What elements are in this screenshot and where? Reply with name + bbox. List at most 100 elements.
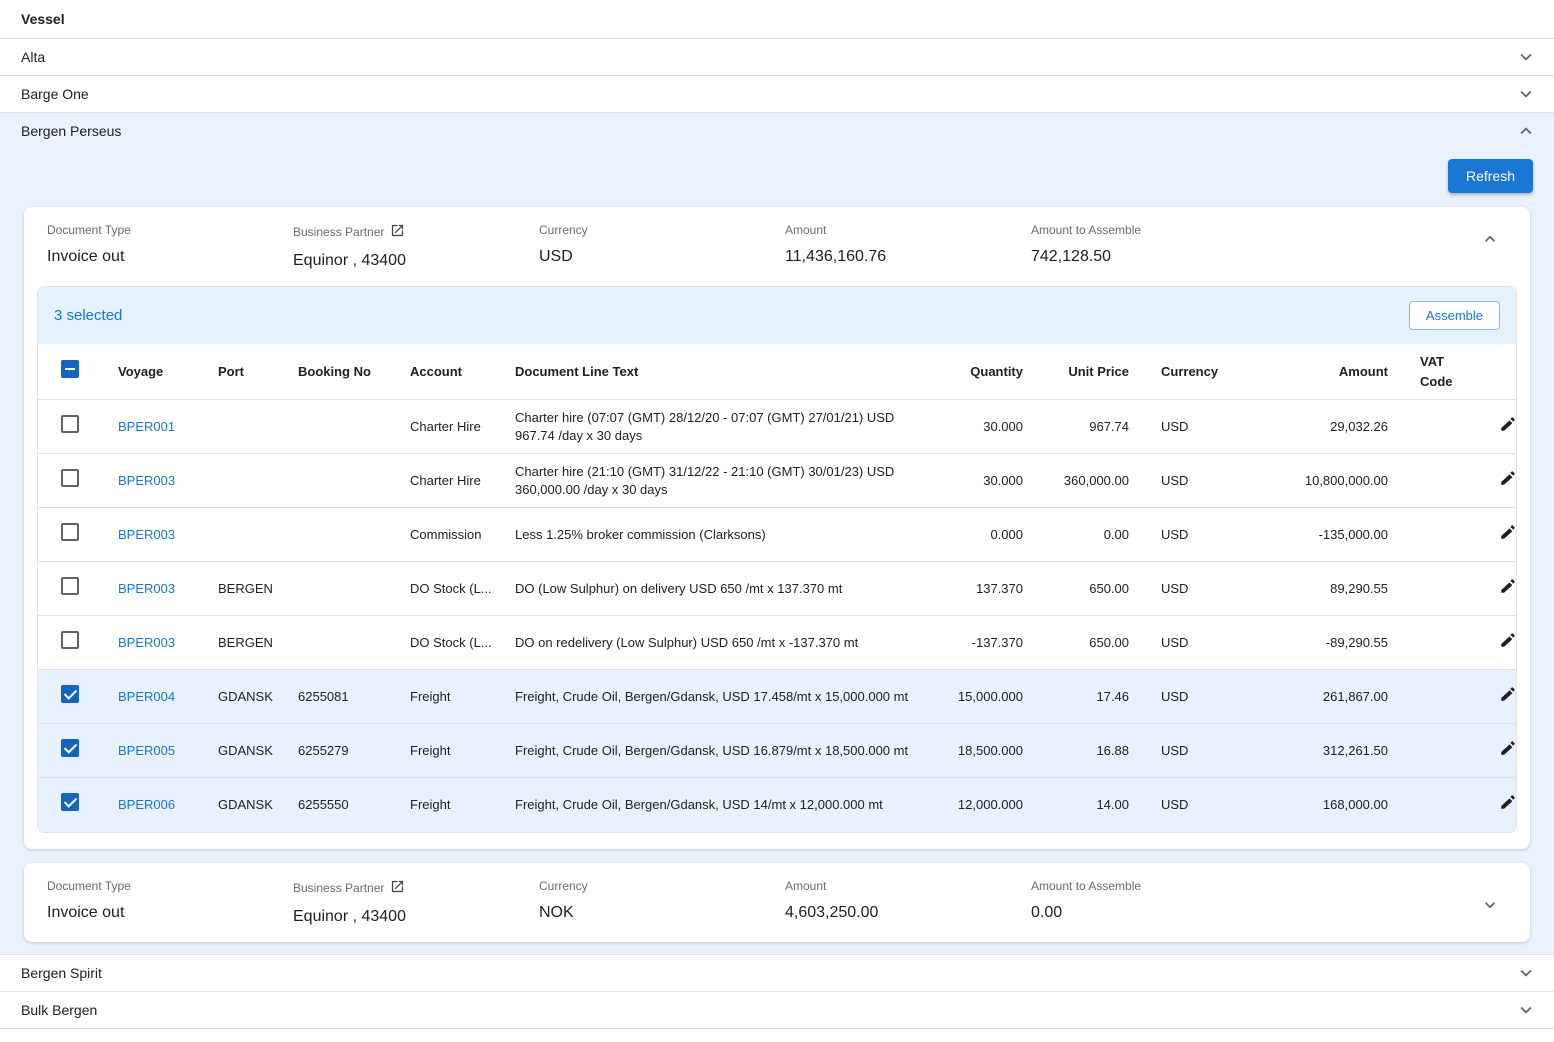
vat-code-cell (1404, 508, 1478, 562)
voyage-link[interactable]: BPER003 (118, 527, 175, 542)
row-checkbox[interactable] (61, 415, 79, 433)
row-checkbox[interactable] (61, 739, 79, 757)
header-vat-code: VAT Code (1404, 344, 1478, 400)
vat-code-cell (1404, 562, 1478, 616)
vat-code-cell (1404, 400, 1478, 454)
row-checkbox[interactable] (61, 469, 79, 487)
refresh-button[interactable]: Refresh (1448, 159, 1533, 193)
document-line-text-cell: Freight, Crude Oil, Bergen/Gdansk, USD 1… (499, 778, 937, 832)
voyage-link[interactable]: BPER006 (118, 797, 175, 812)
voyage-link[interactable]: BPER005 (118, 743, 175, 758)
account-cell: Freight (394, 724, 499, 778)
account-cell: Commission (394, 508, 499, 562)
accordion-item-bergen-spirit[interactable]: Bergen Spirit (0, 955, 1554, 992)
header-voyage: Voyage (102, 344, 202, 400)
currency-value: NOK (539, 904, 765, 922)
edit-icon[interactable] (1499, 415, 1517, 433)
amount-cell: 261,867.00 (1229, 670, 1404, 724)
currency-cell: USD (1145, 724, 1229, 778)
accordion-label: Bergen Perseus (21, 123, 121, 139)
table-row: BPER003 Commission Less 1.25% broker com… (38, 508, 1517, 562)
unit-price-cell: 360,000.00 (1039, 454, 1145, 508)
edit-icon[interactable] (1499, 469, 1517, 487)
edit-icon[interactable] (1499, 577, 1517, 595)
currency-cell: USD (1145, 454, 1229, 508)
port-cell (202, 454, 282, 508)
invoice-card-nok: Document Type Invoice out Business Partn… (24, 863, 1530, 942)
select-all-checkbox[interactable] (61, 360, 79, 378)
table-row: BPER003 BERGEN DO Stock (L... DO (Low Su… (38, 562, 1517, 616)
invoice-card-usd-header: Document Type Invoice out Business Partn… (24, 207, 1530, 286)
accordion-item-bulk-bergen[interactable]: Bulk Bergen (0, 992, 1554, 1029)
unit-price-cell: 967.74 (1039, 400, 1145, 454)
amount-field: Amount 4,603,250.00 (775, 879, 1021, 922)
amount-cell: 168,000.00 (1229, 778, 1404, 832)
voyage-link[interactable]: BPER001 (118, 419, 175, 434)
document-lines-panel: 3 selected Assemble Voyage Port Booking … (37, 286, 1517, 833)
chevron-down-icon (1514, 82, 1538, 106)
accordion-item-alta[interactable]: Alta (0, 39, 1554, 76)
collapse-card-chevron-up-icon[interactable] (1478, 227, 1502, 251)
row-checkbox[interactable] (61, 577, 79, 595)
currency-cell: USD (1145, 508, 1229, 562)
account-cell: DO Stock (L... (394, 562, 499, 616)
table-row: BPER006 GDANSK 6255550 Freight Freight, … (38, 778, 1517, 832)
port-cell: BERGEN (202, 562, 282, 616)
accordion-item-bergen-perseus[interactable]: Bergen Perseus (0, 113, 1554, 149)
table-row: BPER003 Charter Hire Charter hire (21:10… (38, 454, 1517, 508)
voyage-link[interactable]: BPER003 (118, 635, 175, 650)
unit-price-cell: 0.00 (1039, 508, 1145, 562)
expand-card-chevron-down-icon[interactable] (1478, 893, 1502, 917)
quantity-cell: 30.000 (937, 400, 1039, 454)
row-checkbox[interactable] (61, 523, 79, 541)
row-checkbox[interactable] (61, 793, 79, 811)
amount-to-assemble-field: Amount to Assemble 742,128.50 (1021, 223, 1478, 266)
currency-label: Currency (539, 223, 765, 237)
port-cell: GDANSK (202, 724, 282, 778)
unit-price-cell: 650.00 (1039, 562, 1145, 616)
vat-code-cell (1404, 454, 1478, 508)
header-document-line-text: Document Line Text (499, 344, 937, 400)
row-checkbox[interactable] (61, 685, 79, 703)
voyage-link[interactable]: BPER003 (118, 581, 175, 596)
header-currency: Currency (1145, 344, 1229, 400)
voyage-link[interactable]: BPER004 (118, 689, 175, 704)
quantity-cell: 15,000.000 (937, 670, 1039, 724)
header-booking-no: Booking No (282, 344, 394, 400)
edit-icon[interactable] (1499, 523, 1517, 541)
business-partner-field: Business Partner Equinor , 43400 (283, 223, 529, 270)
voyage-link[interactable]: BPER003 (118, 473, 175, 488)
edit-icon[interactable] (1499, 793, 1517, 811)
port-cell: GDANSK (202, 670, 282, 724)
quantity-cell: 30.000 (937, 454, 1039, 508)
account-cell: Charter Hire (394, 454, 499, 508)
account-cell: Charter Hire (394, 400, 499, 454)
external-link-icon[interactable] (390, 879, 405, 897)
business-partner-value: Equinor , 43400 (293, 908, 519, 926)
assemble-button[interactable]: Assemble (1409, 301, 1500, 330)
currency-cell: USD (1145, 616, 1229, 670)
edit-icon[interactable] (1499, 685, 1517, 703)
accordion-label: Alta (21, 49, 45, 65)
business-partner-field: Business Partner Equinor , 43400 (283, 879, 529, 926)
currency-field: Currency USD (529, 223, 775, 266)
booking-no-cell (282, 562, 394, 616)
edit-icon[interactable] (1499, 739, 1517, 757)
currency-cell: USD (1145, 562, 1229, 616)
port-cell: GDANSK (202, 778, 282, 832)
document-type-label: Document Type (47, 879, 273, 893)
external-link-icon[interactable] (390, 223, 405, 241)
booking-no-cell: 6255081 (282, 670, 394, 724)
document-type-value: Invoice out (47, 248, 273, 266)
accordion-item-barge-one[interactable]: Barge One (0, 76, 1554, 113)
header-amount: Amount (1229, 344, 1404, 400)
page-title: Vessel (0, 0, 1554, 39)
bergen-perseus-expanded-section: Bergen Perseus Refresh Document Type Inv… (0, 113, 1554, 955)
edit-icon[interactable] (1499, 631, 1517, 649)
document-line-text-cell: Freight, Crude Oil, Bergen/Gdansk, USD 1… (499, 670, 937, 724)
row-checkbox[interactable] (61, 631, 79, 649)
booking-no-cell: 6255550 (282, 778, 394, 832)
document-line-text-cell: DO (Low Sulphur) on delivery USD 650 /mt… (499, 562, 937, 616)
business-partner-label: Business Partner (293, 225, 384, 239)
document-line-text-cell: Charter hire (21:10 (GMT) 31/12/22 - 21:… (499, 454, 937, 508)
